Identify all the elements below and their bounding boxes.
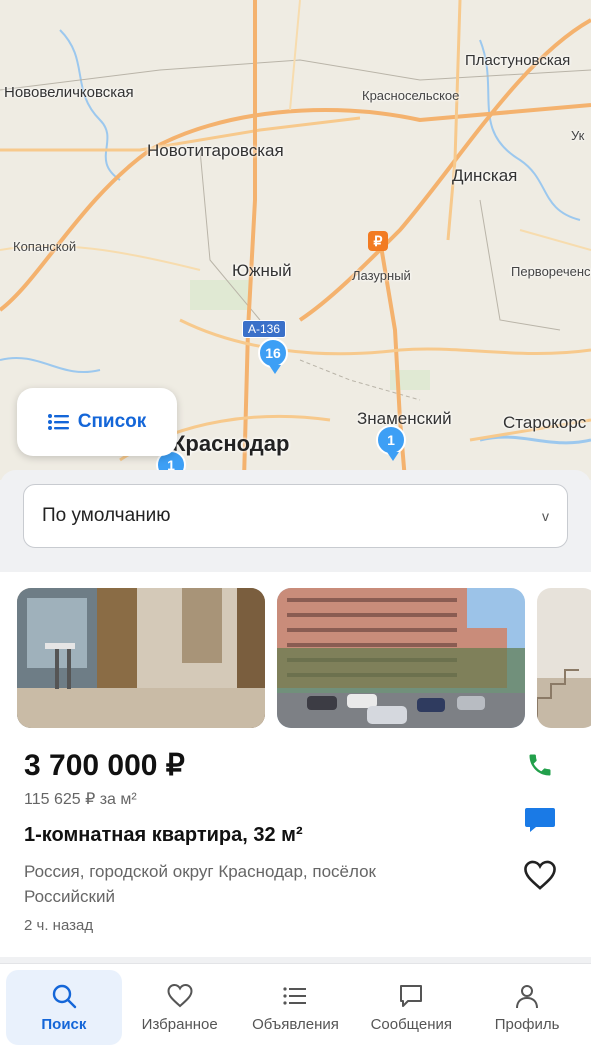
- nav-label: Объявления: [252, 1016, 339, 1033]
- call-button[interactable]: [522, 747, 558, 783]
- sort-panel: По умолчанию v: [0, 470, 591, 570]
- listing-card[interactable]: 3 700 000 ₽ 115 625 ₽ за м² 1-комнатная …: [0, 572, 591, 957]
- listing-title[interactable]: 1-комнатная квартира, 32 м²: [24, 824, 303, 847]
- nav-messages[interactable]: Сообщения: [353, 970, 469, 1045]
- photo-carousel[interactable]: [17, 588, 591, 728]
- map-view[interactable]: Пластуновская Нововеличковская Красносел…: [0, 0, 591, 480]
- nav-label: Сообщения: [370, 1016, 452, 1033]
- app-screen: Пластуновская Нововеличковская Красносел…: [0, 0, 591, 1051]
- list-icon: [47, 414, 69, 430]
- favorite-button[interactable]: [522, 857, 558, 893]
- list-button-label: Список: [77, 411, 147, 432]
- chat-icon: [525, 808, 555, 832]
- place-label: Старокорс: [503, 413, 587, 432]
- map-cluster-marker[interactable]: 1: [376, 425, 406, 461]
- sort-dropdown[interactable]: По умолчанию v: [23, 484, 568, 548]
- stairs-photo: [537, 588, 591, 728]
- heart-icon: [524, 860, 556, 890]
- place-label: Новотитаровская: [147, 141, 284, 160]
- nav-search[interactable]: Поиск: [6, 970, 122, 1045]
- place-label: Копанской: [13, 239, 77, 254]
- listing-price: 3 700 000 ₽: [24, 749, 185, 782]
- chevron-down-icon: v: [542, 508, 549, 524]
- nav-listings[interactable]: Объявления: [238, 970, 354, 1045]
- sort-value: По умолчанию: [42, 505, 171, 526]
- message-button[interactable]: [522, 802, 558, 838]
- place-label: Ук: [571, 128, 585, 143]
- place-label: Пластуновская: [465, 52, 571, 69]
- map-cluster-marker[interactable]: 16: [258, 338, 288, 374]
- nav-label: Избранное: [141, 1016, 218, 1033]
- bottom-navigation: Поиск Избранное Объявления Сообщения Про…: [0, 963, 591, 1051]
- building-photo: [277, 588, 525, 728]
- place-label: Лазурный: [352, 268, 411, 283]
- place-label: Динская: [452, 166, 518, 185]
- road-number-badge: А-136: [242, 320, 287, 338]
- phone-icon: [529, 754, 551, 776]
- nav-favorites[interactable]: Избранное: [122, 970, 238, 1045]
- nav-label: Профиль: [494, 1016, 560, 1033]
- list-view-button[interactable]: Список: [17, 388, 177, 456]
- list-icon: [283, 987, 307, 1005]
- place-label: Нововеличковская: [4, 84, 134, 101]
- price-per-m2: 115 625 ₽ за м²: [24, 791, 137, 808]
- nav-label: Поиск: [41, 1016, 87, 1033]
- listing-photo[interactable]: [277, 588, 525, 728]
- place-label: Красносельское: [362, 88, 460, 103]
- profile-icon: [516, 985, 539, 1009]
- interior-photo: [17, 588, 265, 728]
- listing-address: Россия, городской округ Краснодар, посёл…: [24, 862, 376, 906]
- city-label: Краснодар: [172, 431, 290, 456]
- listing-photo[interactable]: [537, 588, 591, 728]
- listing-time: 2 ч. назад: [24, 917, 94, 934]
- nav-profile[interactable]: Профиль: [469, 970, 585, 1045]
- search-icon: [52, 984, 77, 1009]
- place-label: Первореченск: [511, 264, 591, 279]
- ruble-badge: ₽: [368, 231, 388, 251]
- place-label: Знаменский: [357, 409, 452, 428]
- message-icon: [400, 985, 423, 1007]
- place-label: Южный: [232, 261, 292, 280]
- listing-photo[interactable]: [17, 588, 265, 728]
- heart-icon: [167, 983, 193, 1008]
